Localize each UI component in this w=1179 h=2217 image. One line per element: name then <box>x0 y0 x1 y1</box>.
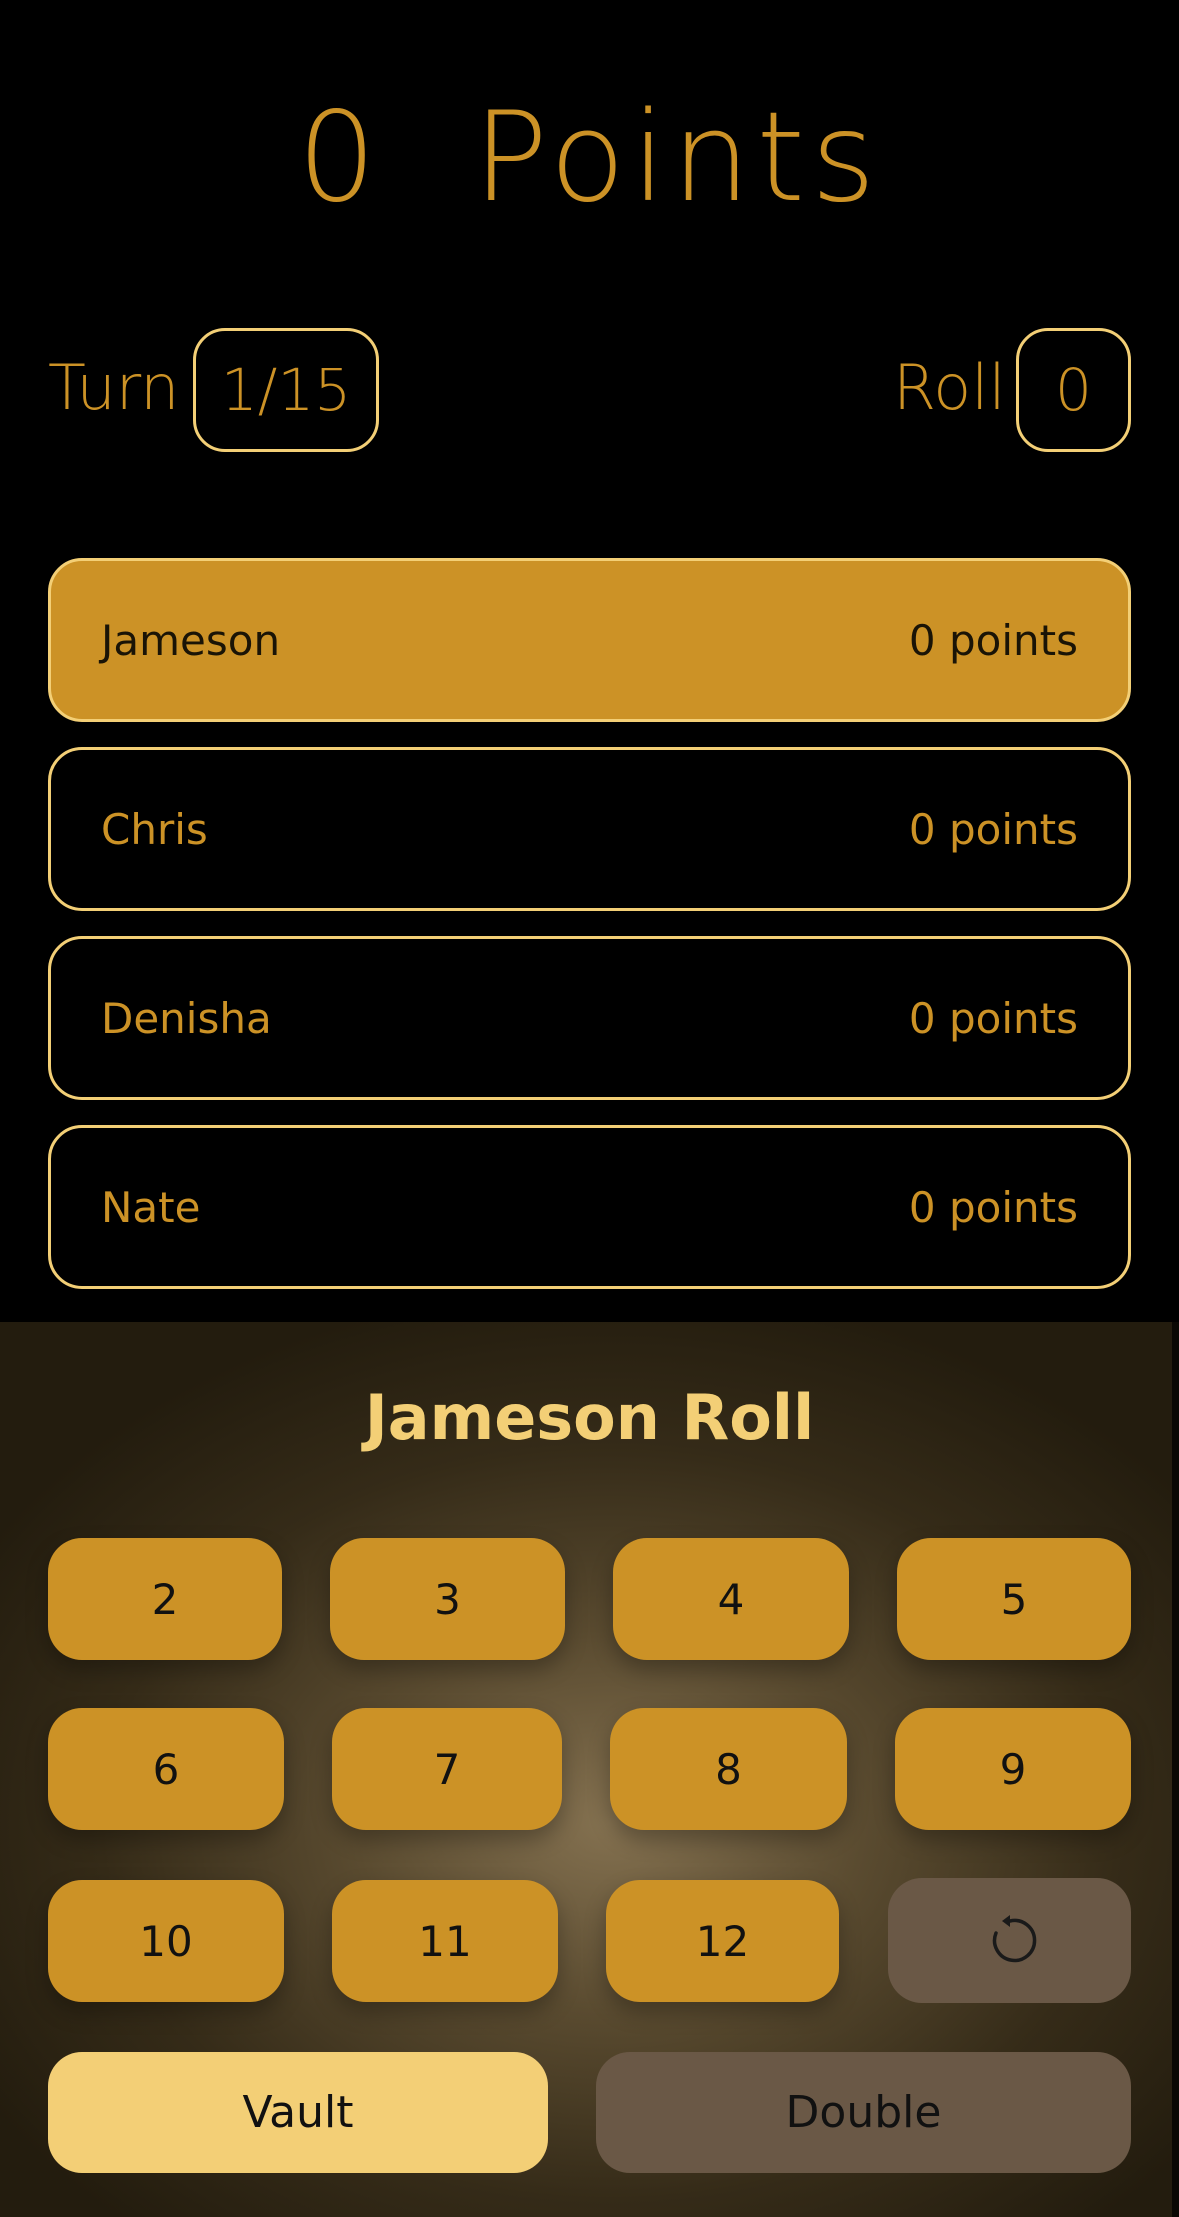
player-name: Chris <box>101 804 208 854</box>
roll-11-button[interactable]: 11 <box>332 1880 558 2002</box>
roll-7-button[interactable]: 7 <box>332 1708 562 1830</box>
player-name: Nate <box>101 1182 201 1232</box>
player-name: Denisha <box>101 993 272 1043</box>
player-row-jameson[interactable]: Jameson 0 points <box>48 558 1131 722</box>
roll-8-button[interactable]: 8 <box>610 1708 847 1830</box>
player-points: 0 points <box>908 993 1078 1043</box>
player-points: 0 points <box>908 804 1078 854</box>
undo-button[interactable] <box>888 1878 1131 2003</box>
player-points: 0 points <box>908 1182 1078 1232</box>
player-row-chris[interactable]: Chris 0 points <box>48 747 1131 911</box>
roll-12-button[interactable]: 12 <box>606 1880 839 2002</box>
turn-label: Turn <box>48 351 180 424</box>
vault-button[interactable]: Vault <box>48 2052 548 2173</box>
player-row-nate[interactable]: Nate 0 points <box>48 1125 1131 1289</box>
player-row-denisha[interactable]: Denisha 0 points <box>48 936 1131 1100</box>
points-title: 0 Points <box>297 86 882 230</box>
roll-5-button[interactable]: 5 <box>897 1538 1131 1660</box>
roll-panel-title: Jameson Roll <box>364 1381 815 1454</box>
player-points: 0 points <box>908 615 1078 665</box>
player-name: Jameson <box>101 615 281 665</box>
roll-4-button[interactable]: 4 <box>613 1538 849 1660</box>
double-button[interactable]: Double <box>596 2052 1131 2173</box>
roll-10-button[interactable]: 10 <box>48 1880 284 2002</box>
roll-3-button[interactable]: 3 <box>330 1538 565 1660</box>
roll-6-button[interactable]: 6 <box>48 1708 284 1830</box>
undo-icon <box>992 1914 1036 1962</box>
turn-counter: 1/15 <box>193 328 379 452</box>
roll-9-button[interactable]: 9 <box>895 1708 1131 1830</box>
roll-2-button[interactable]: 2 <box>48 1538 282 1660</box>
roll-label: Roll <box>893 351 1006 424</box>
roll-counter: 0 <box>1016 328 1131 452</box>
